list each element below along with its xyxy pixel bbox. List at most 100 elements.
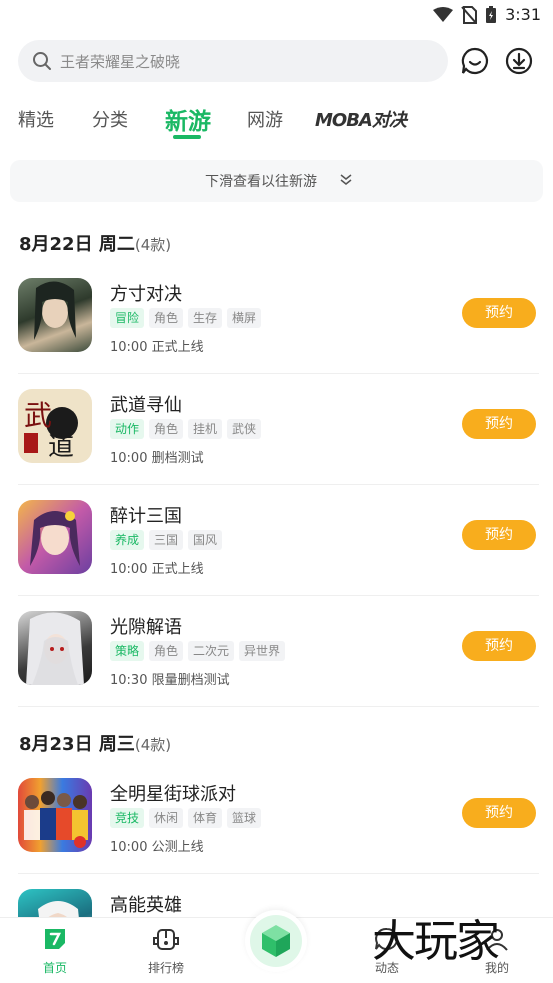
- game-count: (4款): [134, 236, 172, 254]
- game-tags: 策略 角色 二次元 异世界: [110, 641, 286, 661]
- divider: [18, 595, 539, 596]
- game-tag: 横屏: [227, 308, 262, 328]
- divider: [18, 873, 539, 874]
- status-icons: 3:31: [433, 5, 541, 24]
- release-time: 10:00: [110, 840, 148, 855]
- game-name: 高能英雄: [110, 895, 182, 916]
- nav-center-bg: [250, 915, 302, 967]
- pulldown-hint-text: 下滑查看以往新游: [205, 174, 317, 190]
- game-tag: 角色: [149, 419, 184, 439]
- nav-home[interactable]: 首页: [25, 926, 85, 976]
- game-tag: 三国: [149, 530, 184, 550]
- game-row[interactable]: 全明星街球派对 竞技 休闲 体育 篮球 10:00 公测上线 预约: [0, 778, 553, 888]
- reserve-button[interactable]: 预约: [462, 409, 536, 439]
- game-tag: 策略: [110, 641, 145, 661]
- reserve-button[interactable]: 预约: [462, 520, 536, 550]
- game-tag: 休闲: [149, 808, 184, 828]
- date-header: 8月23日 周三(4款): [19, 730, 171, 756]
- chevron-down-icon: [340, 174, 352, 185]
- gamepad-icon: [153, 929, 179, 950]
- date-label: 8月23日 周三: [19, 734, 135, 755]
- game-thumbnail: [18, 500, 92, 574]
- game-row[interactable]: 光隙解语 策略 角色 二次元 异世界 10:30 限量删档测试 预约: [0, 611, 553, 721]
- game-tag: 竞技: [110, 808, 145, 828]
- game-tags: 冒险 角色 生存 横屏: [110, 308, 262, 328]
- nav-ranking[interactable]: 排行榜: [136, 926, 196, 976]
- game-tag: 国风: [188, 530, 223, 550]
- game-tag: 角色: [149, 308, 184, 328]
- game-thumbnail: [18, 778, 92, 852]
- download-icon[interactable]: [504, 46, 534, 76]
- game-tag: 挂机: [188, 419, 223, 439]
- nav-home-label: 首页: [42, 961, 67, 975]
- reserve-button[interactable]: 预约: [462, 631, 536, 661]
- game-thumbnail: [18, 278, 92, 352]
- divider: [18, 484, 539, 485]
- game-tag: 角色: [149, 641, 184, 661]
- game-row[interactable]: 方寸对决 冒险 角色 生存 横屏 10:00 正式上线 预约: [0, 278, 553, 388]
- game-name: 全明星街球派对: [110, 784, 236, 805]
- search-input[interactable]: 王者荣耀星之破晓: [18, 40, 448, 82]
- game-name: 光隙解语: [110, 617, 182, 638]
- tab-categories[interactable]: 分类: [92, 106, 128, 132]
- cube-icon: [262, 925, 290, 957]
- release-schedule: 10:00 公测上线: [110, 836, 204, 855]
- search-placeholder: 王者荣耀星之破晓: [60, 53, 181, 71]
- category-tabs: 精选 分类 新游 网游 MOBA对决: [18, 98, 538, 146]
- nav-ranking-label: 排行榜: [147, 961, 184, 975]
- game-tag: 养成: [110, 530, 145, 550]
- battery-icon: [486, 5, 497, 23]
- tab-featured[interactable]: 精选: [18, 106, 54, 132]
- game-tag: 生存: [188, 308, 223, 328]
- release-status: 正式上线: [151, 340, 204, 355]
- release-time: 10:00: [110, 340, 148, 355]
- tab-online-games[interactable]: 网游: [247, 106, 283, 132]
- release-time: 10:00: [110, 562, 148, 577]
- release-schedule: 10:00 删档测试: [110, 447, 204, 466]
- watermark-logo: 大玩家: [372, 916, 500, 967]
- game-tag: 武侠: [227, 419, 262, 439]
- nav-center-button[interactable]: [245, 910, 307, 972]
- game-row[interactable]: 醉计三国 养成 三国 国风 10:00 正式上线 预约: [0, 500, 553, 610]
- game-tags: 养成 三国 国风: [110, 530, 223, 550]
- reserve-button[interactable]: 预约: [462, 798, 536, 828]
- game-tag: 动作: [110, 419, 145, 439]
- release-schedule: 10:00 正式上线: [110, 336, 204, 355]
- release-status: 限量删档测试: [151, 673, 230, 688]
- game-tag: 冒险: [110, 308, 145, 328]
- game-count: (4款): [134, 736, 172, 754]
- release-status: 正式上线: [151, 562, 204, 577]
- game-thumbnail: 武道: [18, 389, 92, 463]
- release-status: 删档测试: [151, 451, 204, 466]
- tab-new-games[interactable]: 新游: [165, 102, 211, 136]
- home-icon: [45, 929, 65, 949]
- svg-text:武: 武: [24, 399, 52, 432]
- game-tag: 二次元: [188, 641, 235, 661]
- message-icon[interactable]: [460, 46, 490, 76]
- game-thumbnail: [18, 611, 92, 685]
- release-status: 公测上线: [151, 840, 204, 855]
- game-name: 方寸对决: [110, 284, 182, 305]
- date-label: 8月22日 周二: [19, 234, 135, 255]
- pulldown-hint[interactable]: 下滑查看以往新游: [10, 160, 543, 202]
- date-header: 8月22日 周二(4款): [19, 230, 171, 256]
- no-sim-icon: [461, 5, 478, 24]
- tab-moba[interactable]: MOBA对决: [315, 106, 407, 132]
- game-tag: 体育: [188, 808, 223, 828]
- release-time: 10:00: [110, 451, 148, 466]
- game-tags: 竞技 休闲 体育 篮球: [110, 808, 262, 828]
- release-schedule: 10:00 正式上线: [110, 558, 204, 577]
- game-name: 武道寻仙: [110, 395, 182, 416]
- search-row: 王者荣耀星之破晓: [18, 40, 543, 84]
- status-time: 3:31: [505, 5, 541, 24]
- game-tag: 异世界: [239, 641, 286, 661]
- divider: [18, 373, 539, 374]
- release-schedule: 10:30 限量删档测试: [110, 669, 230, 688]
- divider: [18, 706, 539, 707]
- game-row[interactable]: 武道 武道寻仙 动作 角色 挂机 武侠 10:00 删档测试 预约: [0, 389, 553, 499]
- game-tag: 篮球: [227, 808, 262, 828]
- wifi-icon: [433, 6, 454, 22]
- reserve-button[interactable]: 预约: [462, 298, 536, 328]
- release-time: 10:30: [110, 673, 148, 688]
- svg-text:道: 道: [48, 432, 74, 462]
